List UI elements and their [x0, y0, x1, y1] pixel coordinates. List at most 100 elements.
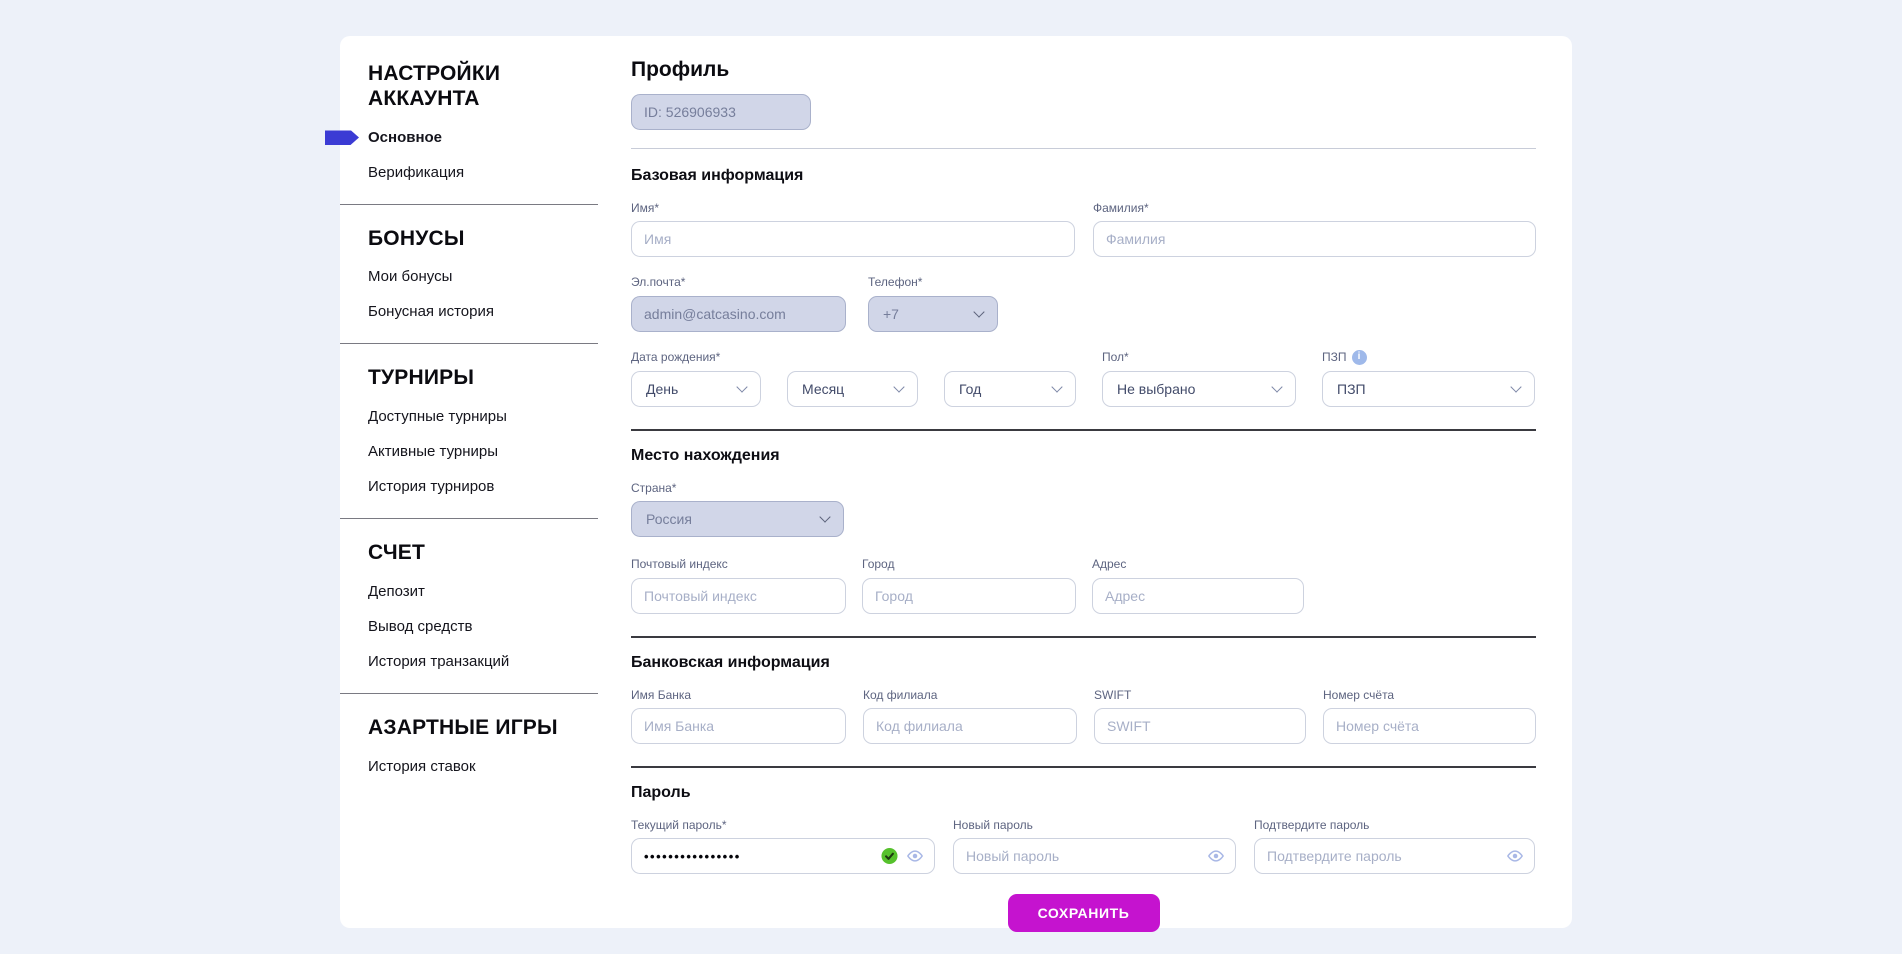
chevron-down-icon — [973, 306, 984, 317]
current-password-field: Текущий пароль* — [631, 818, 935, 874]
branch-code-input[interactable] — [863, 708, 1077, 744]
password-row: Текущий пароль* Новый пароль — [631, 818, 1536, 874]
sidebar-group-title: БОНУСЫ — [368, 227, 598, 252]
address-row: Почтовый индекс Город Адрес — [631, 557, 1536, 613]
sidebar-item-label: Активные турниры — [368, 443, 498, 460]
chevron-down-icon — [893, 381, 904, 392]
pzp-label: ПЗП i — [1322, 350, 1535, 365]
sidebar-item-my-bonuses[interactable]: Мои бонусы — [368, 268, 598, 286]
birth-year-value: Год — [959, 381, 981, 397]
birth-date-label: Дата рождения* — [631, 350, 761, 364]
birth-year-select[interactable]: Год — [944, 371, 1076, 407]
eye-icon[interactable] — [1207, 850, 1225, 863]
sidebar-item-label: Доступные турниры — [368, 408, 507, 425]
new-password-field: Новый пароль — [953, 818, 1236, 874]
last-name-field: Фамилия* — [1093, 201, 1536, 257]
sidebar-item-label: История ставок — [368, 758, 476, 775]
contact-row: Эл.почта* Телефон* +7 — [631, 275, 1536, 331]
sidebar-item-main[interactable]: Основное — [368, 129, 598, 147]
sidebar-group-account: СЧЕТ Депозит Вывод средств История транз… — [368, 541, 598, 671]
sidebar-divider — [340, 343, 598, 344]
sidebar-divider — [340, 204, 598, 205]
save-button[interactable]: СОХРАНИТЬ — [1008, 894, 1160, 932]
sidebar-item-label: Основное — [368, 129, 442, 146]
first-name-label: Имя* — [631, 201, 1075, 215]
birth-day-select[interactable]: День — [631, 371, 761, 407]
sidebar-group-title: СЧЕТ — [368, 541, 598, 566]
sidebar-item-label: Депозит — [368, 583, 425, 600]
pzp-label-text: ПЗП — [1322, 350, 1347, 364]
eye-icon[interactable] — [906, 850, 924, 863]
address-label: Адрес — [1092, 557, 1304, 571]
postal-code-input[interactable] — [631, 578, 846, 614]
new-password-input[interactable] — [953, 838, 1236, 874]
confirm-password-input[interactable] — [1254, 838, 1535, 874]
sidebar-group-title: НАСТРОЙКИ АККАУНТА — [368, 62, 598, 112]
sidebar-item-transaction-history[interactable]: История транзакций — [368, 653, 598, 671]
sidebar-item-label: Мои бонусы — [368, 268, 452, 285]
eye-icon[interactable] — [1506, 850, 1524, 863]
sidebar-item-available-tournaments[interactable]: Доступные турниры — [368, 408, 598, 426]
first-name-input[interactable] — [631, 221, 1075, 257]
country-value: Россия — [646, 511, 692, 527]
swift-input[interactable] — [1094, 708, 1306, 744]
gender-select[interactable]: Не выбрано — [1102, 371, 1296, 407]
pzp-select[interactable]: ПЗП — [1322, 371, 1535, 407]
postal-code-label: Почтовый индекс — [631, 557, 846, 571]
sidebar-item-label: История транзакций — [368, 653, 509, 670]
pzp-value: ПЗП — [1337, 381, 1366, 397]
email-field: Эл.почта* — [631, 275, 846, 331]
city-input[interactable] — [862, 578, 1076, 614]
last-name-input[interactable] — [1093, 221, 1536, 257]
sidebar-item-withdrawal[interactable]: Вывод средств — [368, 618, 598, 636]
phone-code-select: +7 — [868, 296, 998, 332]
page-title: Профиль — [631, 58, 1536, 82]
gender-label: Пол* — [1102, 350, 1296, 364]
branch-code-label: Код филиала — [863, 688, 1077, 702]
email-label: Эл.почта* — [631, 275, 846, 289]
bank-name-field: Имя Банка — [631, 688, 846, 744]
chevron-down-icon — [1051, 381, 1062, 392]
address-field: Адрес — [1092, 557, 1304, 613]
sidebar-item-label: Бонусная история — [368, 303, 494, 320]
sidebar-item-verification[interactable]: Верификация — [368, 164, 598, 182]
sidebar-group-tournaments: ТУРНИРЫ Доступные турниры Активные турни… — [368, 366, 598, 496]
city-field: Город — [862, 557, 1076, 613]
divider — [631, 636, 1536, 638]
sidebar-item-bet-history[interactable]: История ставок — [368, 758, 598, 776]
country-row: Страна* Россия — [631, 481, 1536, 537]
chevron-down-icon — [819, 512, 830, 523]
address-input[interactable] — [1092, 578, 1304, 614]
postal-code-field: Почтовый индекс — [631, 557, 846, 613]
sidebar-item-bonus-history[interactable]: Бонусная история — [368, 303, 598, 321]
profile-id-field — [631, 94, 811, 130]
pzp-field: ПЗП i ПЗП — [1322, 350, 1535, 407]
divider — [631, 429, 1536, 431]
section-title-password: Пароль — [631, 784, 1536, 802]
birth-month-select[interactable]: Месяц — [787, 371, 918, 407]
settings-card: НАСТРОЙКИ АККАУНТА Основное Верификация … — [340, 36, 1572, 928]
sidebar-item-tournament-history[interactable]: История турниров — [368, 478, 598, 496]
birth-day-value: День — [646, 381, 678, 397]
bank-name-label: Имя Банка — [631, 688, 846, 702]
sidebar: НАСТРОЙКИ АККАУНТА Основное Верификация … — [368, 58, 598, 918]
birth-day-field: Дата рождения* День — [631, 350, 761, 406]
bank-row: Имя Банка Код филиала SWIFT Номер счёта — [631, 688, 1536, 744]
sidebar-item-label: История турниров — [368, 478, 494, 495]
sidebar-group-bonuses: БОНУСЫ Мои бонусы Бонусная история — [368, 227, 598, 322]
city-label: Город — [862, 557, 1076, 571]
phone-code-field: Телефон* +7 — [868, 275, 998, 331]
section-title-bank-info: Банковская информация — [631, 654, 1536, 672]
active-item-arrow-icon — [325, 130, 359, 145]
sidebar-item-active-tournaments[interactable]: Активные турниры — [368, 443, 598, 461]
account-number-input[interactable] — [1323, 708, 1536, 744]
gender-field: Пол* Не выбрано — [1102, 350, 1296, 406]
bank-name-input[interactable] — [631, 708, 846, 744]
info-icon[interactable]: i — [1352, 350, 1367, 365]
profile-content: Профиль Базовая информация Имя* Фамилия*… — [631, 58, 1536, 918]
sidebar-item-deposit[interactable]: Депозит — [368, 583, 598, 601]
sidebar-item-label: Вывод средств — [368, 618, 472, 635]
sidebar-group-title: АЗАРТНЫЕ ИГРЫ — [368, 716, 598, 741]
account-number-field: Номер счёта — [1323, 688, 1536, 744]
section-title-basic-info: Базовая информация — [631, 167, 1536, 185]
